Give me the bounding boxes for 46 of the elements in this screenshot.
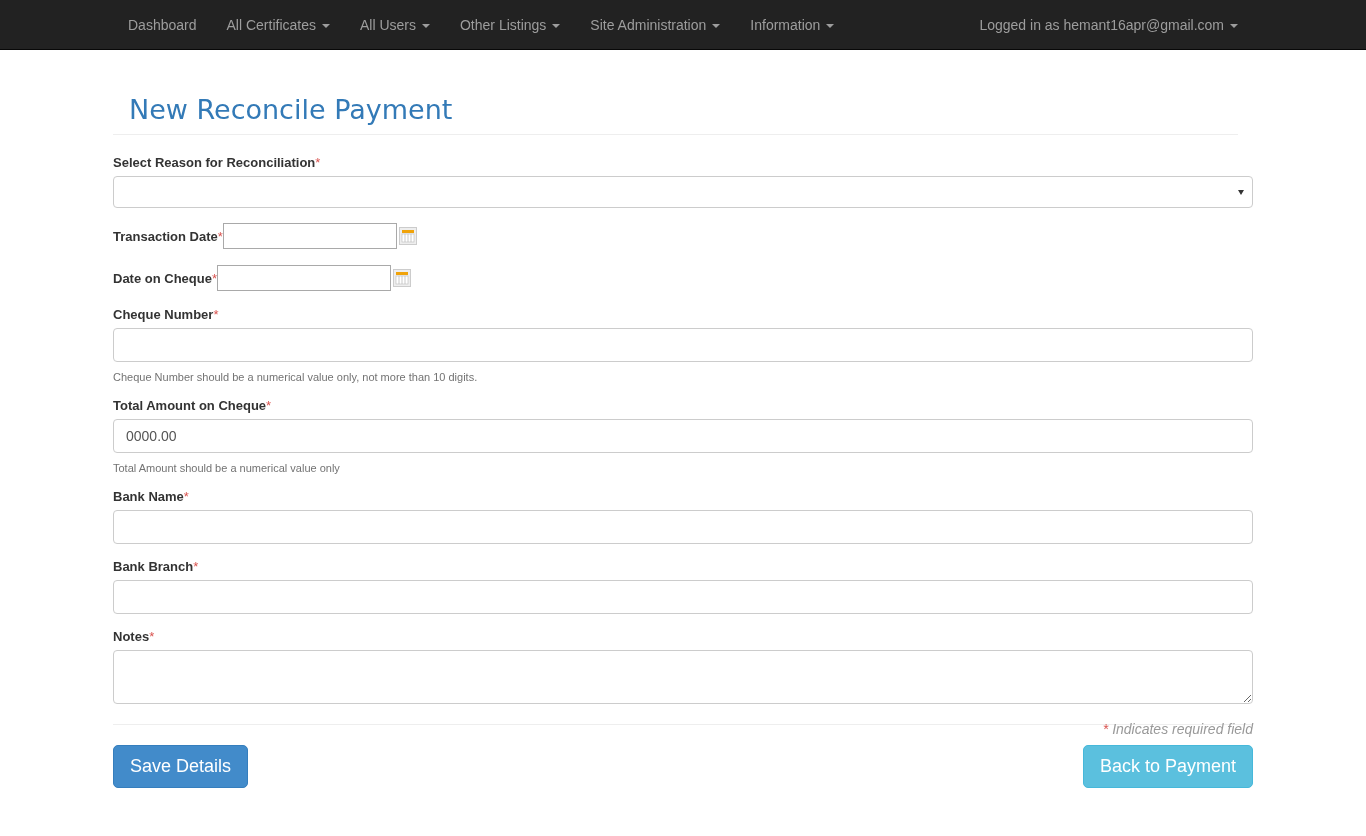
input-field[interactable] — [113, 580, 1253, 615]
caret-icon — [826, 23, 835, 28]
caret-icon — [712, 23, 721, 28]
required-mark: * — [193, 559, 199, 575]
required-mark: * — [266, 398, 272, 414]
input-field[interactable]: 0000.00 — [113, 419, 1253, 454]
required-mark: * — [183, 489, 189, 505]
date-field[interactable] — [222, 223, 397, 250]
nav-link[interactable]: Dashboard — [113, 0, 212, 50]
caret-icon — [422, 23, 430, 28]
caret-icon — [1238, 190, 1244, 196]
field-label: Transaction Date — [113, 228, 218, 244]
field-label: Date on Cheque — [113, 270, 212, 286]
field-label: Select Reason for Reconciliation — [113, 155, 316, 171]
page-title: New Reconcile Payment — [129, 94, 454, 127]
notes-field[interactable] — [113, 650, 1253, 705]
reason-dropdown[interactable] — [113, 176, 1253, 209]
help-text: Total Amount should be a numerical value only — [113, 462, 341, 475]
required-mark: * — [211, 270, 218, 286]
date-field[interactable] — [217, 265, 392, 292]
nav-link[interactable]: All Certificates — [211, 0, 345, 50]
user-menu[interactable]: Logged in as hemant16apr@gmail.com — [964, 0, 1253, 50]
calendar-icon[interactable] — [398, 227, 417, 246]
save-button[interactable]: Save Details — [113, 745, 249, 789]
calendar-icon[interactable] — [393, 269, 412, 288]
field-label: Notes — [113, 629, 150, 645]
nav-link[interactable]: All Users — [344, 0, 445, 50]
required-mark: * — [213, 307, 219, 323]
required-mark: * — [149, 629, 155, 645]
nav-link[interactable]: Site Administration — [575, 0, 736, 50]
required-mark: * — [1102, 721, 1109, 738]
required-mark: * — [217, 228, 223, 244]
caret-icon — [1230, 23, 1238, 28]
nav-link[interactable]: Other Listings — [445, 0, 576, 50]
field-label: Bank Name — [113, 489, 184, 505]
required-mark: * — [315, 155, 321, 171]
input-field[interactable] — [113, 510, 1253, 545]
help-text: Cheque Number should be a numerical value only, not more than 10 digits. — [113, 371, 479, 384]
nav-link[interactable]: Information — [735, 0, 850, 50]
field-label: Cheque Number — [113, 307, 214, 323]
input-field[interactable] — [113, 328, 1253, 363]
required-note: Indicates required field — [1112, 721, 1253, 738]
caret-icon — [552, 23, 561, 28]
caret-icon — [321, 23, 330, 28]
field-label: Total Amount on Cheque — [113, 398, 267, 414]
field-label: Bank Branch — [113, 559, 194, 575]
